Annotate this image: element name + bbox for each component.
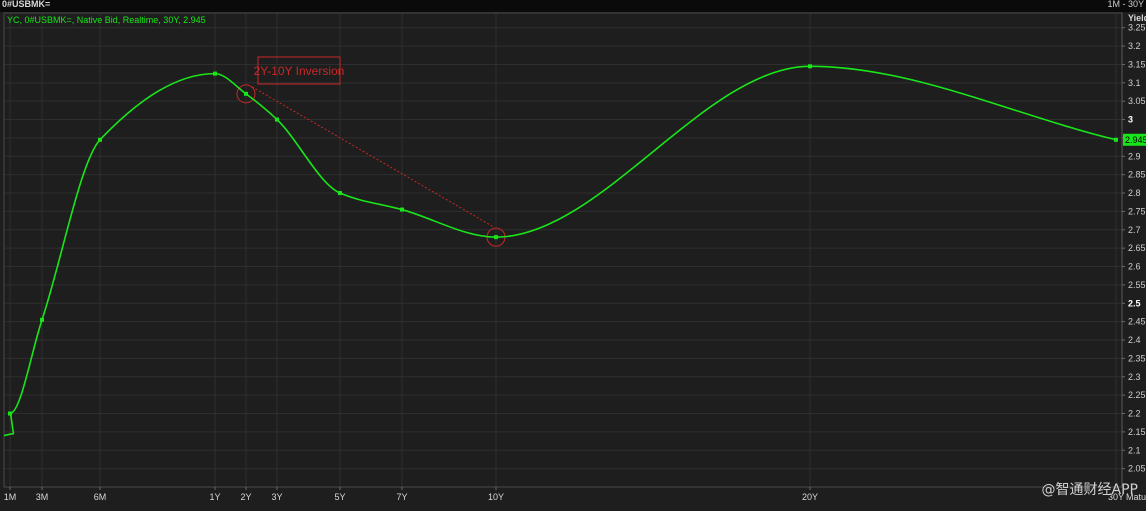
chart-legend: YC, 0#USBMK=, Native Bid, Realtime, 30Y,…	[7, 15, 206, 25]
x-tick-label: 6M	[94, 492, 107, 502]
y-tick-label: 3.1	[1128, 78, 1141, 88]
x-tick-label: 2Y	[240, 492, 251, 502]
y-tick-label: 2.1	[1128, 445, 1141, 455]
last-value-label: 2.945	[1125, 135, 1146, 145]
last-value-marker: 2.945	[1123, 133, 1146, 146]
data-point	[244, 91, 248, 96]
yield-curve-chart: Yield 2.05 2.1 2.15 2.2 2.25 2.3 2.35 2.4 2.45 2.…	[0, 12, 1146, 511]
date-range-label[interactable]: 1M - 30Y	[1107, 0, 1144, 9]
x-tick-label: 5Y	[334, 492, 345, 502]
data-point	[338, 191, 342, 196]
y-tick-label: 3.15	[1128, 59, 1146, 69]
data-point	[213, 71, 217, 76]
y-tick-label: 2.45	[1128, 317, 1146, 327]
y-tick-label: 3.25	[1128, 23, 1146, 33]
y-axis-label: Yield	[1128, 13, 1146, 23]
y-tick-label: 3.2	[1128, 41, 1141, 51]
x-tick-label: 3Y	[271, 492, 282, 502]
x-tick-label: 1Y	[209, 492, 220, 502]
y-tick-label: 2.5	[1128, 298, 1141, 308]
y-tick-label: 2.3	[1128, 372, 1141, 382]
y-tick-label: 3.05	[1128, 96, 1146, 106]
x-tick-label: 20Y	[802, 492, 818, 502]
annotation-label: 2Y-10Y Inversion	[254, 64, 345, 78]
x-tick-label: 3M	[36, 492, 49, 502]
y-tick-label: 2.05	[1128, 464, 1146, 474]
data-point	[1114, 137, 1118, 142]
y-tick-label: 2.2	[1128, 409, 1141, 419]
data-point	[275, 117, 279, 122]
x-tick-label: 7Y	[396, 492, 407, 502]
y-tick-label: 2.4	[1128, 335, 1141, 345]
x-tick-label: 1M	[4, 492, 17, 502]
y-tick-label: 2.75	[1128, 206, 1146, 216]
x-tick-label: 10Y	[488, 492, 504, 502]
y-tick-label: 2.25	[1128, 390, 1146, 400]
data-point	[808, 64, 812, 69]
data-point	[494, 235, 498, 240]
y-tick-label: 2.15	[1128, 427, 1146, 437]
y-tick-label: 2.9	[1128, 151, 1141, 161]
y-tick-label: 2.65	[1128, 243, 1146, 253]
data-point	[400, 207, 404, 212]
y-tick-label: 2.7	[1128, 225, 1141, 235]
data-point	[98, 137, 102, 142]
y-tick-label: 3	[1128, 115, 1133, 125]
y-tick-label: 2.85	[1128, 170, 1146, 180]
data-point	[40, 317, 44, 322]
chart-background	[0, 12, 1146, 511]
window-title: 0#USBMK=	[2, 0, 51, 9]
data-point	[8, 411, 12, 416]
y-tick-label: 2.55	[1128, 280, 1146, 290]
watermark: @智通财经APP	[1041, 482, 1138, 498]
y-tick-label: 2.8	[1128, 188, 1141, 198]
y-tick-label: 2.6	[1128, 262, 1141, 272]
y-tick-label: 2.35	[1128, 353, 1146, 363]
